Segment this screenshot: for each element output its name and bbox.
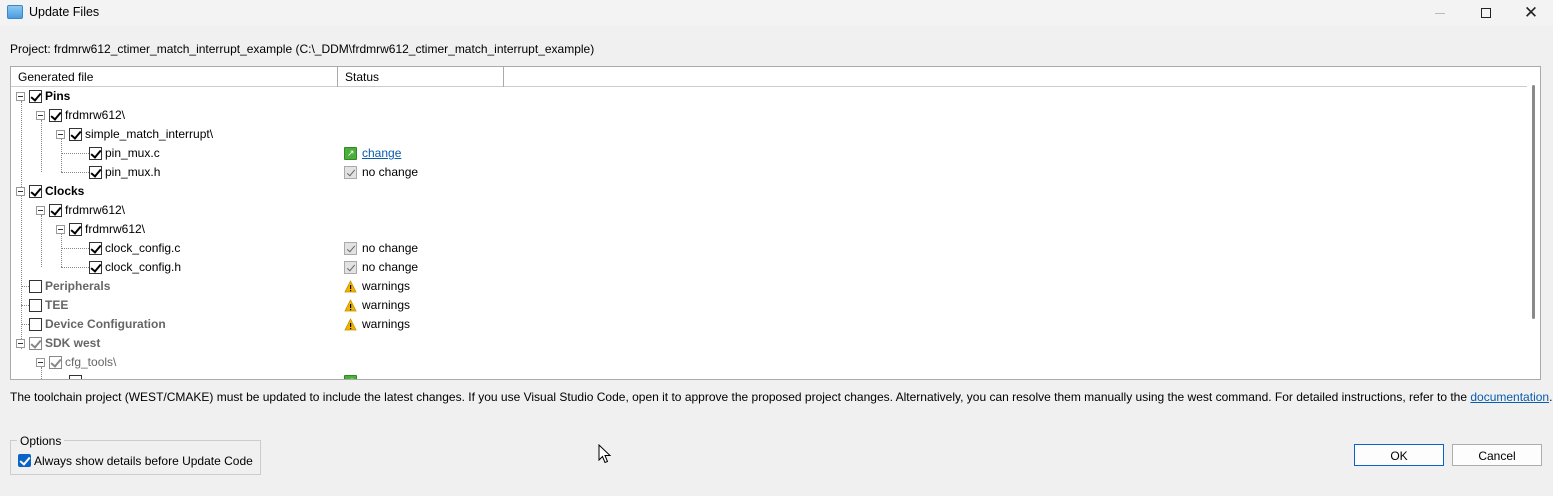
collapse-icon[interactable] bbox=[56, 130, 65, 139]
info-text: The toolchain project (WEST/CMAKE) must … bbox=[10, 390, 1468, 404]
collapse-icon[interactable] bbox=[36, 206, 45, 215]
status-text: no change bbox=[362, 165, 419, 179]
label-pins-sub: simple_match_interrupt\ bbox=[85, 127, 214, 141]
window-title: Update Files bbox=[29, 5, 100, 19]
toolchain-info: The toolchain project (WEST/CMAKE) must … bbox=[10, 390, 1552, 404]
maximize-icon bbox=[1481, 8, 1491, 18]
no-change-icon bbox=[344, 166, 357, 179]
cancel-button[interactable]: Cancel bbox=[1452, 444, 1542, 466]
checkbox-clocks-sub[interactable] bbox=[69, 223, 82, 236]
no-change-icon bbox=[344, 261, 357, 274]
checkbox-pin-mux-h[interactable] bbox=[89, 166, 102, 179]
ok-button[interactable]: OK bbox=[1354, 444, 1444, 466]
title-bar: Update Files ✕ bbox=[0, 0, 1553, 26]
label-peripherals: Peripherals bbox=[45, 279, 111, 293]
tree-row-clock-config-h[interactable]: clock_config.h no change bbox=[11, 258, 1527, 277]
minimize-button[interactable] bbox=[1417, 0, 1463, 26]
label-clocks: Clocks bbox=[45, 184, 85, 198]
collapse-icon[interactable] bbox=[16, 339, 25, 348]
minimize-icon bbox=[1435, 12, 1445, 14]
checkbox-clock-config-h[interactable] bbox=[89, 261, 102, 274]
tree-row-tee[interactable]: TEE warnings bbox=[11, 296, 1527, 315]
checkbox-device-configuration[interactable] bbox=[29, 318, 42, 331]
label-pins-dir: frdmrw612\ bbox=[65, 108, 126, 122]
warning-icon bbox=[344, 299, 357, 312]
scroll-thumb[interactable] bbox=[1532, 85, 1535, 319]
status-text: no change bbox=[362, 241, 419, 255]
tree-row-cfg-tools[interactable]: cfg_tools\ bbox=[11, 353, 1527, 372]
tree-row-sdk-west[interactable]: SDK west bbox=[11, 334, 1527, 353]
options-border bbox=[64, 440, 261, 441]
file-change-icon bbox=[344, 147, 357, 160]
tree-row-pin-mux-h[interactable]: pin_mux.h no change bbox=[11, 163, 1527, 182]
tree-row-clocks-dir[interactable]: frdmrw612\ bbox=[11, 201, 1527, 220]
always-show-label[interactable]: Always show details before Update Code bbox=[34, 454, 253, 468]
generated-files-tree[interactable]: Generated file Status Pins frdmrw612\ si… bbox=[10, 66, 1541, 380]
tree-row-clock-config-c[interactable]: clock_config.c no change bbox=[11, 239, 1527, 258]
label-pins: Pins bbox=[45, 89, 71, 103]
tree-header: Generated file Status bbox=[11, 67, 1527, 87]
collapse-icon[interactable] bbox=[16, 92, 25, 101]
collapse-icon[interactable] bbox=[56, 225, 65, 234]
no-change-icon bbox=[344, 242, 357, 255]
checkbox-clocks[interactable] bbox=[29, 185, 42, 198]
checkbox-pins[interactable] bbox=[29, 90, 42, 103]
checkbox-partial bbox=[69, 375, 82, 379]
warning-icon bbox=[344, 318, 357, 331]
column-status[interactable]: Status bbox=[338, 67, 504, 87]
maximize-button[interactable] bbox=[1463, 0, 1509, 26]
tree-row-pin-mux-c[interactable]: pin_mux.c change bbox=[11, 144, 1527, 163]
status-text: warnings bbox=[362, 317, 411, 331]
label-clock-config-c: clock_config.c bbox=[105, 241, 181, 255]
documentation-link[interactable]: documentation bbox=[1470, 390, 1549, 404]
tree-row-pins-sub[interactable]: simple_match_interrupt\ bbox=[11, 125, 1527, 144]
vertical-scrollbar[interactable] bbox=[1527, 67, 1540, 379]
tree-row-pins[interactable]: Pins bbox=[11, 87, 1527, 106]
tree-row-pins-dir[interactable]: frdmrw612\ bbox=[11, 106, 1527, 125]
always-show-checkbox[interactable] bbox=[18, 454, 31, 467]
label-clock-config-h: clock_config.h bbox=[105, 260, 182, 274]
checkbox-sdk-west[interactable] bbox=[29, 337, 42, 350]
label-pin-mux-c: pin_mux.c bbox=[105, 146, 160, 160]
column-generated-file[interactable]: Generated file bbox=[11, 67, 338, 87]
label-clocks-sub: frdmrw612\ bbox=[85, 222, 146, 236]
checkbox-pins-dir[interactable] bbox=[49, 109, 62, 122]
collapse-icon[interactable] bbox=[16, 187, 25, 196]
status-text: warnings bbox=[362, 298, 411, 312]
checkbox-peripherals[interactable] bbox=[29, 280, 42, 293]
warning-icon bbox=[344, 280, 357, 293]
label-tee: TEE bbox=[45, 298, 69, 312]
status-text: no change bbox=[362, 260, 419, 274]
label-cfg-tools: cfg_tools\ bbox=[65, 355, 117, 369]
info-end: . bbox=[1549, 390, 1553, 404]
tree-row-partial bbox=[11, 372, 1527, 379]
checkbox-pins-sub[interactable] bbox=[69, 128, 82, 141]
label-clocks-dir: frdmrw612\ bbox=[65, 203, 126, 217]
status-text: warnings bbox=[362, 279, 411, 293]
label-device-configuration: Device Configuration bbox=[45, 317, 166, 331]
tree-row-clocks-sub[interactable]: frdmrw612\ bbox=[11, 220, 1527, 239]
close-button[interactable]: ✕ bbox=[1508, 0, 1553, 26]
close-icon: ✕ bbox=[1523, 3, 1539, 22]
checkbox-clocks-dir[interactable] bbox=[49, 204, 62, 217]
tree-row-peripherals[interactable]: Peripherals warnings bbox=[11, 277, 1527, 296]
project-path: Project: frdmrw612_ctimer_match_interrup… bbox=[10, 42, 595, 56]
tree-row-device-configuration[interactable]: Device Configuration warnings bbox=[11, 315, 1527, 334]
checkbox-pin-mux-c[interactable] bbox=[89, 147, 102, 160]
checkbox-clock-config-c[interactable] bbox=[89, 242, 102, 255]
status-change-link[interactable]: change bbox=[362, 146, 401, 160]
options-legend: Options bbox=[19, 434, 63, 448]
collapse-icon[interactable] bbox=[36, 111, 45, 120]
checkbox-cfg-tools[interactable] bbox=[49, 356, 62, 369]
checkbox-tee[interactable] bbox=[29, 299, 42, 312]
app-icon bbox=[7, 5, 23, 19]
label-pin-mux-h: pin_mux.h bbox=[105, 165, 161, 179]
mouse-cursor-icon bbox=[598, 444, 612, 464]
collapse-icon[interactable] bbox=[36, 358, 45, 367]
options-border bbox=[10, 440, 17, 441]
file-change-icon bbox=[344, 375, 357, 379]
tree-row-clocks[interactable]: Clocks bbox=[11, 182, 1527, 201]
label-sdk-west: SDK west bbox=[45, 336, 101, 350]
